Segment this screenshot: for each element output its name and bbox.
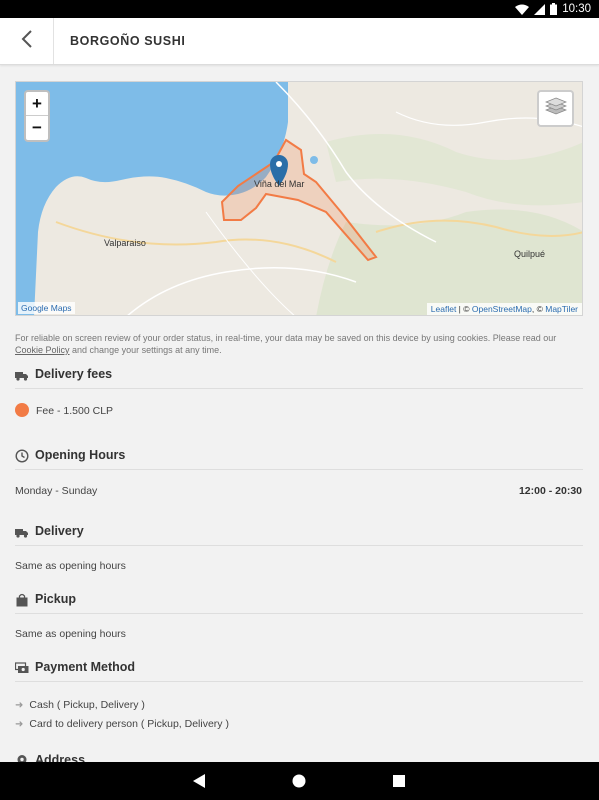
delivery-area-map[interactable]: Viña del Mar Valparaiso Quilpué + − Goog…	[15, 81, 583, 316]
map-label-quilpue: Quilpué	[514, 249, 546, 259]
system-navigation-bar	[0, 762, 599, 800]
opening-time: 12:00 - 20:30	[518, 485, 582, 497]
map-attribution: Leaflet | © OpenStreetMap, © MapTiler	[426, 303, 582, 315]
arrow-right-icon: ➜	[15, 719, 24, 730]
layers-icon	[544, 96, 567, 121]
restaurant-info-content[interactable]: Viña del Mar Valparaiso Quilpué + − Goog…	[0, 66, 599, 762]
truck-icon	[15, 525, 29, 539]
delivery-fees-header: Delivery fees	[15, 367, 583, 389]
delivery-hours-text: Same as opening hours	[15, 560, 126, 572]
app-bar: BORGOÑO SUSHI	[0, 18, 599, 65]
leaflet-link[interactable]: Leaflet	[431, 304, 457, 314]
nav-home-button[interactable]	[291, 772, 307, 795]
clock-icon	[15, 449, 29, 463]
address-header: Address	[15, 753, 583, 762]
maptiler-link[interactable]: MapTiler	[545, 304, 578, 314]
pickup-title: Pickup	[35, 592, 76, 606]
delivery-fee-value: Fee - 1.500 CLP	[36, 405, 114, 417]
openstreetmap-link[interactable]: OpenStreetMap	[472, 304, 532, 314]
back-arrow-icon	[21, 29, 33, 53]
fee-color-dot	[15, 403, 29, 417]
payment-method-item: ➜ Cash ( Pickup, Delivery )	[15, 699, 145, 711]
opening-days: Monday - Sunday	[15, 485, 98, 497]
map-layers-button[interactable]	[537, 90, 574, 127]
battery-icon	[550, 3, 558, 15]
nav-recents-button[interactable]	[391, 772, 407, 795]
cookie-notice: For reliable on screen review of your or…	[15, 333, 557, 355]
opening-hours-header: Opening Hours	[15, 448, 583, 470]
status-time: 10:30	[562, 3, 591, 15]
cookie-policy-link[interactable]: Cookie Policy	[15, 345, 70, 355]
nav-back-button[interactable]	[191, 772, 207, 795]
address-title: Address	[35, 753, 86, 762]
wifi-icon	[515, 4, 530, 15]
delivery-header: Delivery	[15, 524, 583, 546]
page-title: BORGOÑO SUSHI	[70, 34, 186, 48]
status-bar: 10:30	[0, 0, 599, 18]
payment-method-title: Payment Method	[35, 660, 136, 674]
map-label-city: Viña del Mar	[254, 179, 305, 189]
delivery-title: Delivery	[35, 524, 84, 538]
opening-hours-title: Opening Hours	[35, 448, 126, 462]
back-button[interactable]	[0, 18, 54, 64]
map-label-valparaiso: Valparaiso	[104, 238, 146, 248]
google-maps-attribution[interactable]: Google Maps	[18, 302, 75, 314]
shopping-bag-icon	[15, 593, 29, 607]
money-icon	[14, 661, 29, 675]
delivery-fees-title: Delivery fees	[35, 367, 113, 381]
map-zoom-control: + −	[24, 90, 50, 142]
zoom-out-button[interactable]: −	[26, 116, 48, 140]
zoom-in-button[interactable]: +	[26, 92, 48, 116]
payment-method-header: Payment Method	[14, 660, 583, 682]
cell-signal-icon	[534, 3, 546, 15]
truck-icon	[15, 368, 29, 382]
location-pin-icon	[15, 754, 29, 762]
pickup-header: Pickup	[15, 592, 583, 614]
pickup-hours-text: Same as opening hours	[15, 628, 126, 640]
arrow-right-icon: ➜	[15, 700, 24, 711]
payment-method-item: ➜ Card to delivery person ( Pickup, Deliv…	[15, 718, 229, 730]
